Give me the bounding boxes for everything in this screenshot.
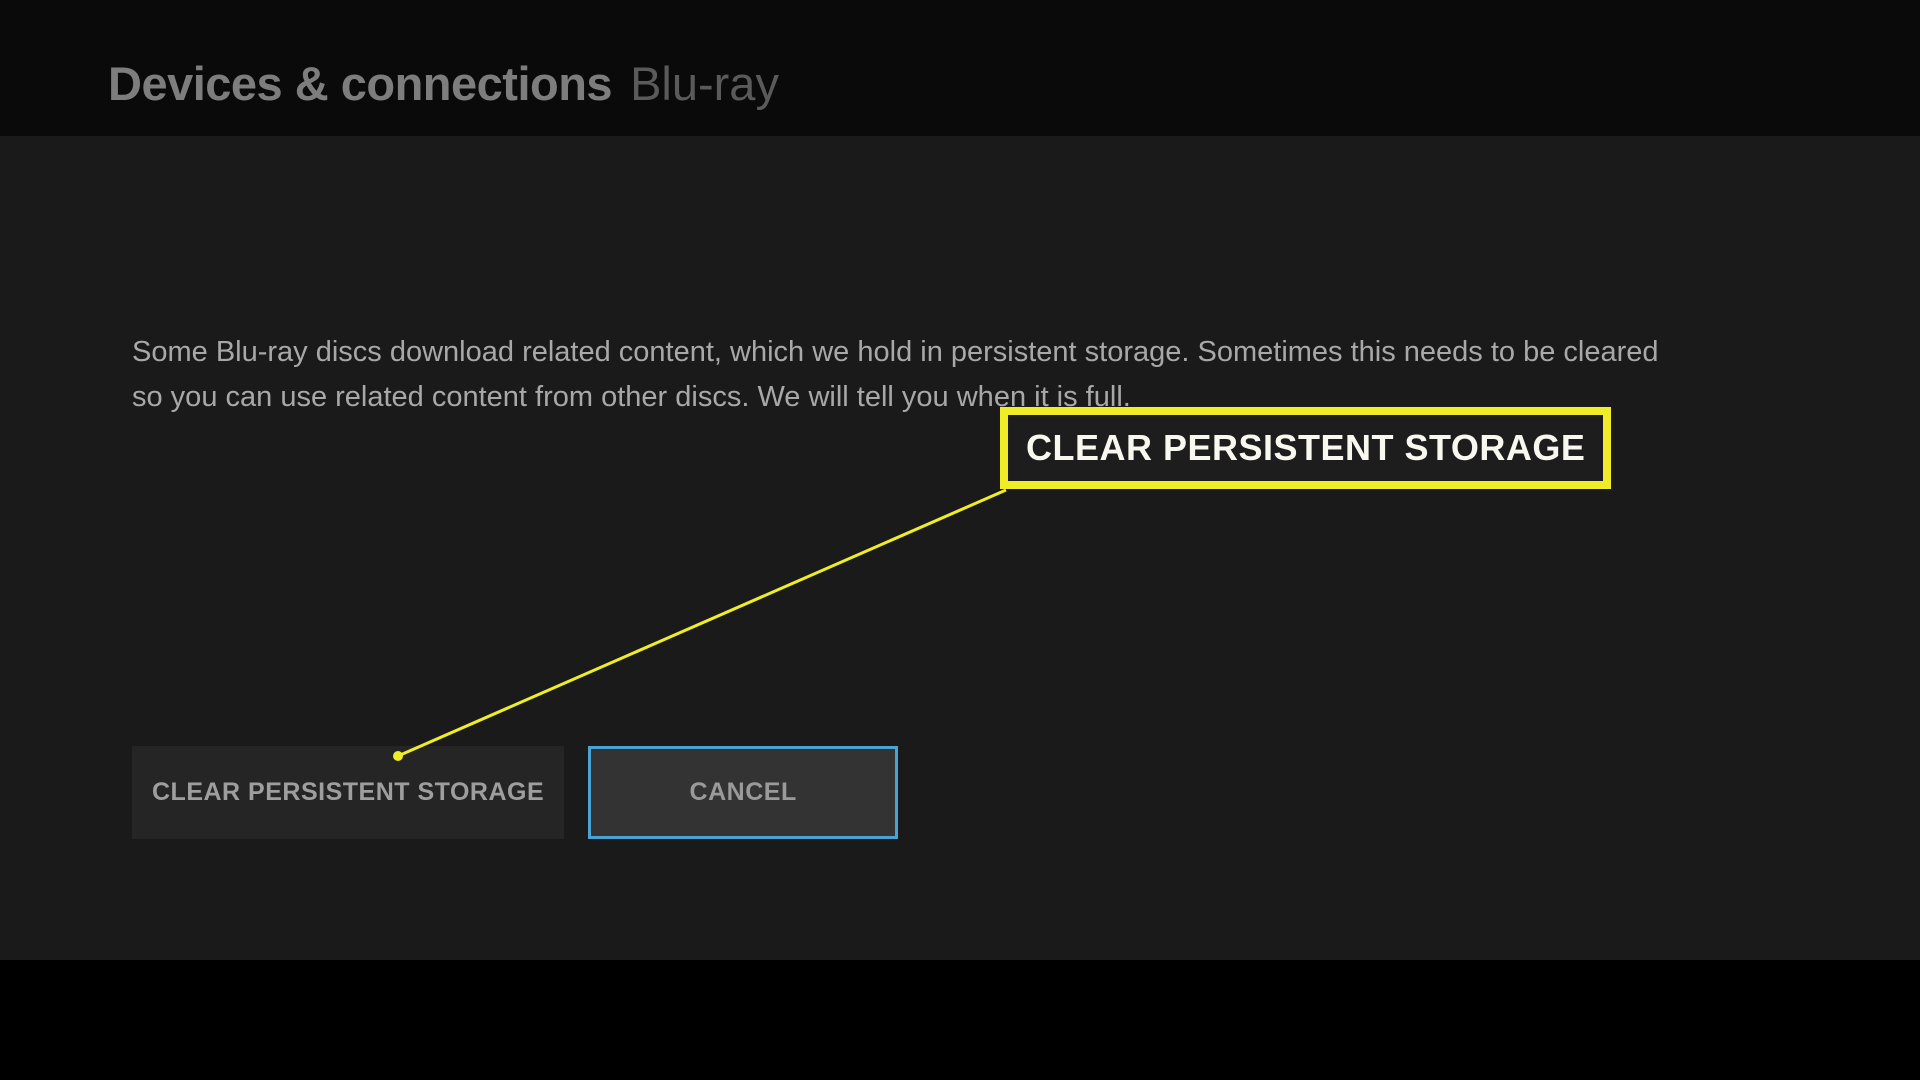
- cancel-button-label: CANCEL: [690, 778, 797, 807]
- clear-button-label: CLEAR PERSISTENT STORAGE: [152, 778, 544, 807]
- annotation-callout: CLEAR PERSISTENT STORAGE: [1000, 407, 1611, 489]
- content-panel: Some Blu-ray discs download related cont…: [0, 136, 1920, 960]
- bottom-bar: [0, 960, 1920, 1080]
- header-main-title: Devices & connections: [108, 56, 612, 111]
- cancel-button[interactable]: CANCEL: [588, 746, 898, 839]
- button-row: CLEAR PERSISTENT STORAGE CANCEL: [132, 746, 898, 839]
- annotation-callout-label: CLEAR PERSISTENT STORAGE: [1026, 427, 1585, 468]
- clear-persistent-storage-button[interactable]: CLEAR PERSISTENT STORAGE: [132, 746, 564, 839]
- page-title: Devices & connections Blu-ray: [108, 56, 1920, 111]
- header-bar: Devices & connections Blu-ray: [0, 0, 1920, 136]
- header-sub-title: Blu-ray: [630, 56, 779, 111]
